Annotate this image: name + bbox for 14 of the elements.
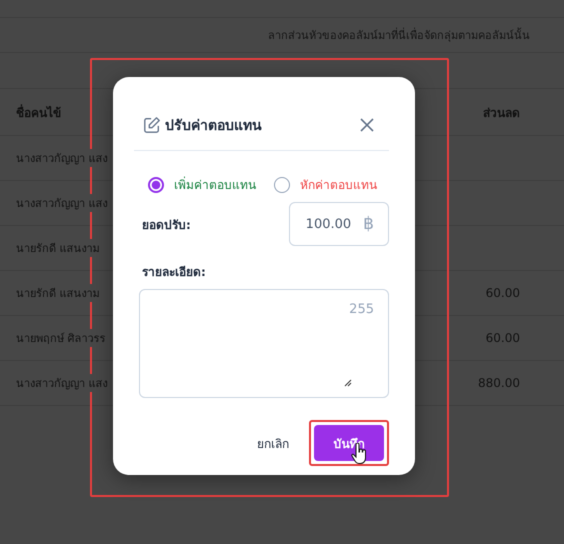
- cancel-button[interactable]: ยกเลิก: [257, 434, 289, 452]
- radio-button[interactable]: [148, 176, 164, 192]
- amount-field[interactable]: 100.00 ฿: [289, 202, 389, 246]
- option-label: เพิ่มค่าตอบแทน: [174, 176, 256, 194]
- character-counter: 255: [349, 302, 374, 317]
- edit-icon: [143, 116, 161, 134]
- currency-symbol: ฿: [363, 214, 374, 234]
- field-label: ยอดปรับ:: [142, 216, 191, 234]
- field-label: รายละเอียด:: [142, 264, 207, 281]
- dialog-title: ปรับค่าตอบแทน: [165, 117, 263, 136]
- resize-grip-icon[interactable]: [344, 379, 352, 387]
- radio-button[interactable]: [274, 176, 290, 192]
- option-label: หักค่าตอบแทน: [300, 177, 377, 194]
- close-icon[interactable]: [359, 117, 375, 133]
